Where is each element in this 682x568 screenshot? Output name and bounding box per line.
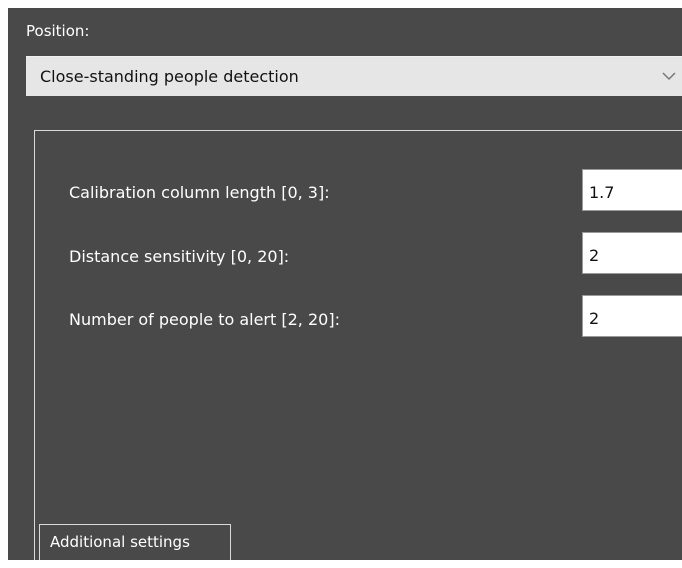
number-of-people-input[interactable] [582, 295, 682, 337]
distance-sensitivity-input[interactable] [582, 232, 682, 274]
settings-panel: Calibration column length [0, 3]: Distan… [34, 130, 682, 560]
calibration-column-length-input[interactable] [582, 169, 682, 211]
tab-additional-settings-label: Additional settings [50, 533, 190, 551]
chevron-down-icon[interactable] [660, 67, 678, 85]
distance-sensitivity-label: Distance sensitivity [0, 20]: [69, 247, 290, 266]
position-dropdown[interactable]: Close-standing people detection [26, 56, 682, 96]
position-selected-value: Close-standing people detection [40, 67, 299, 86]
number-of-people-label: Number of people to alert [2, 20]: [69, 310, 340, 329]
calibration-column-length-label: Calibration column length [0, 3]: [69, 183, 330, 202]
tab-additional-settings[interactable]: Additional settings [39, 524, 231, 560]
settings-window: Position: Close-standing people detectio… [8, 8, 682, 560]
position-label: Position: [26, 22, 90, 40]
